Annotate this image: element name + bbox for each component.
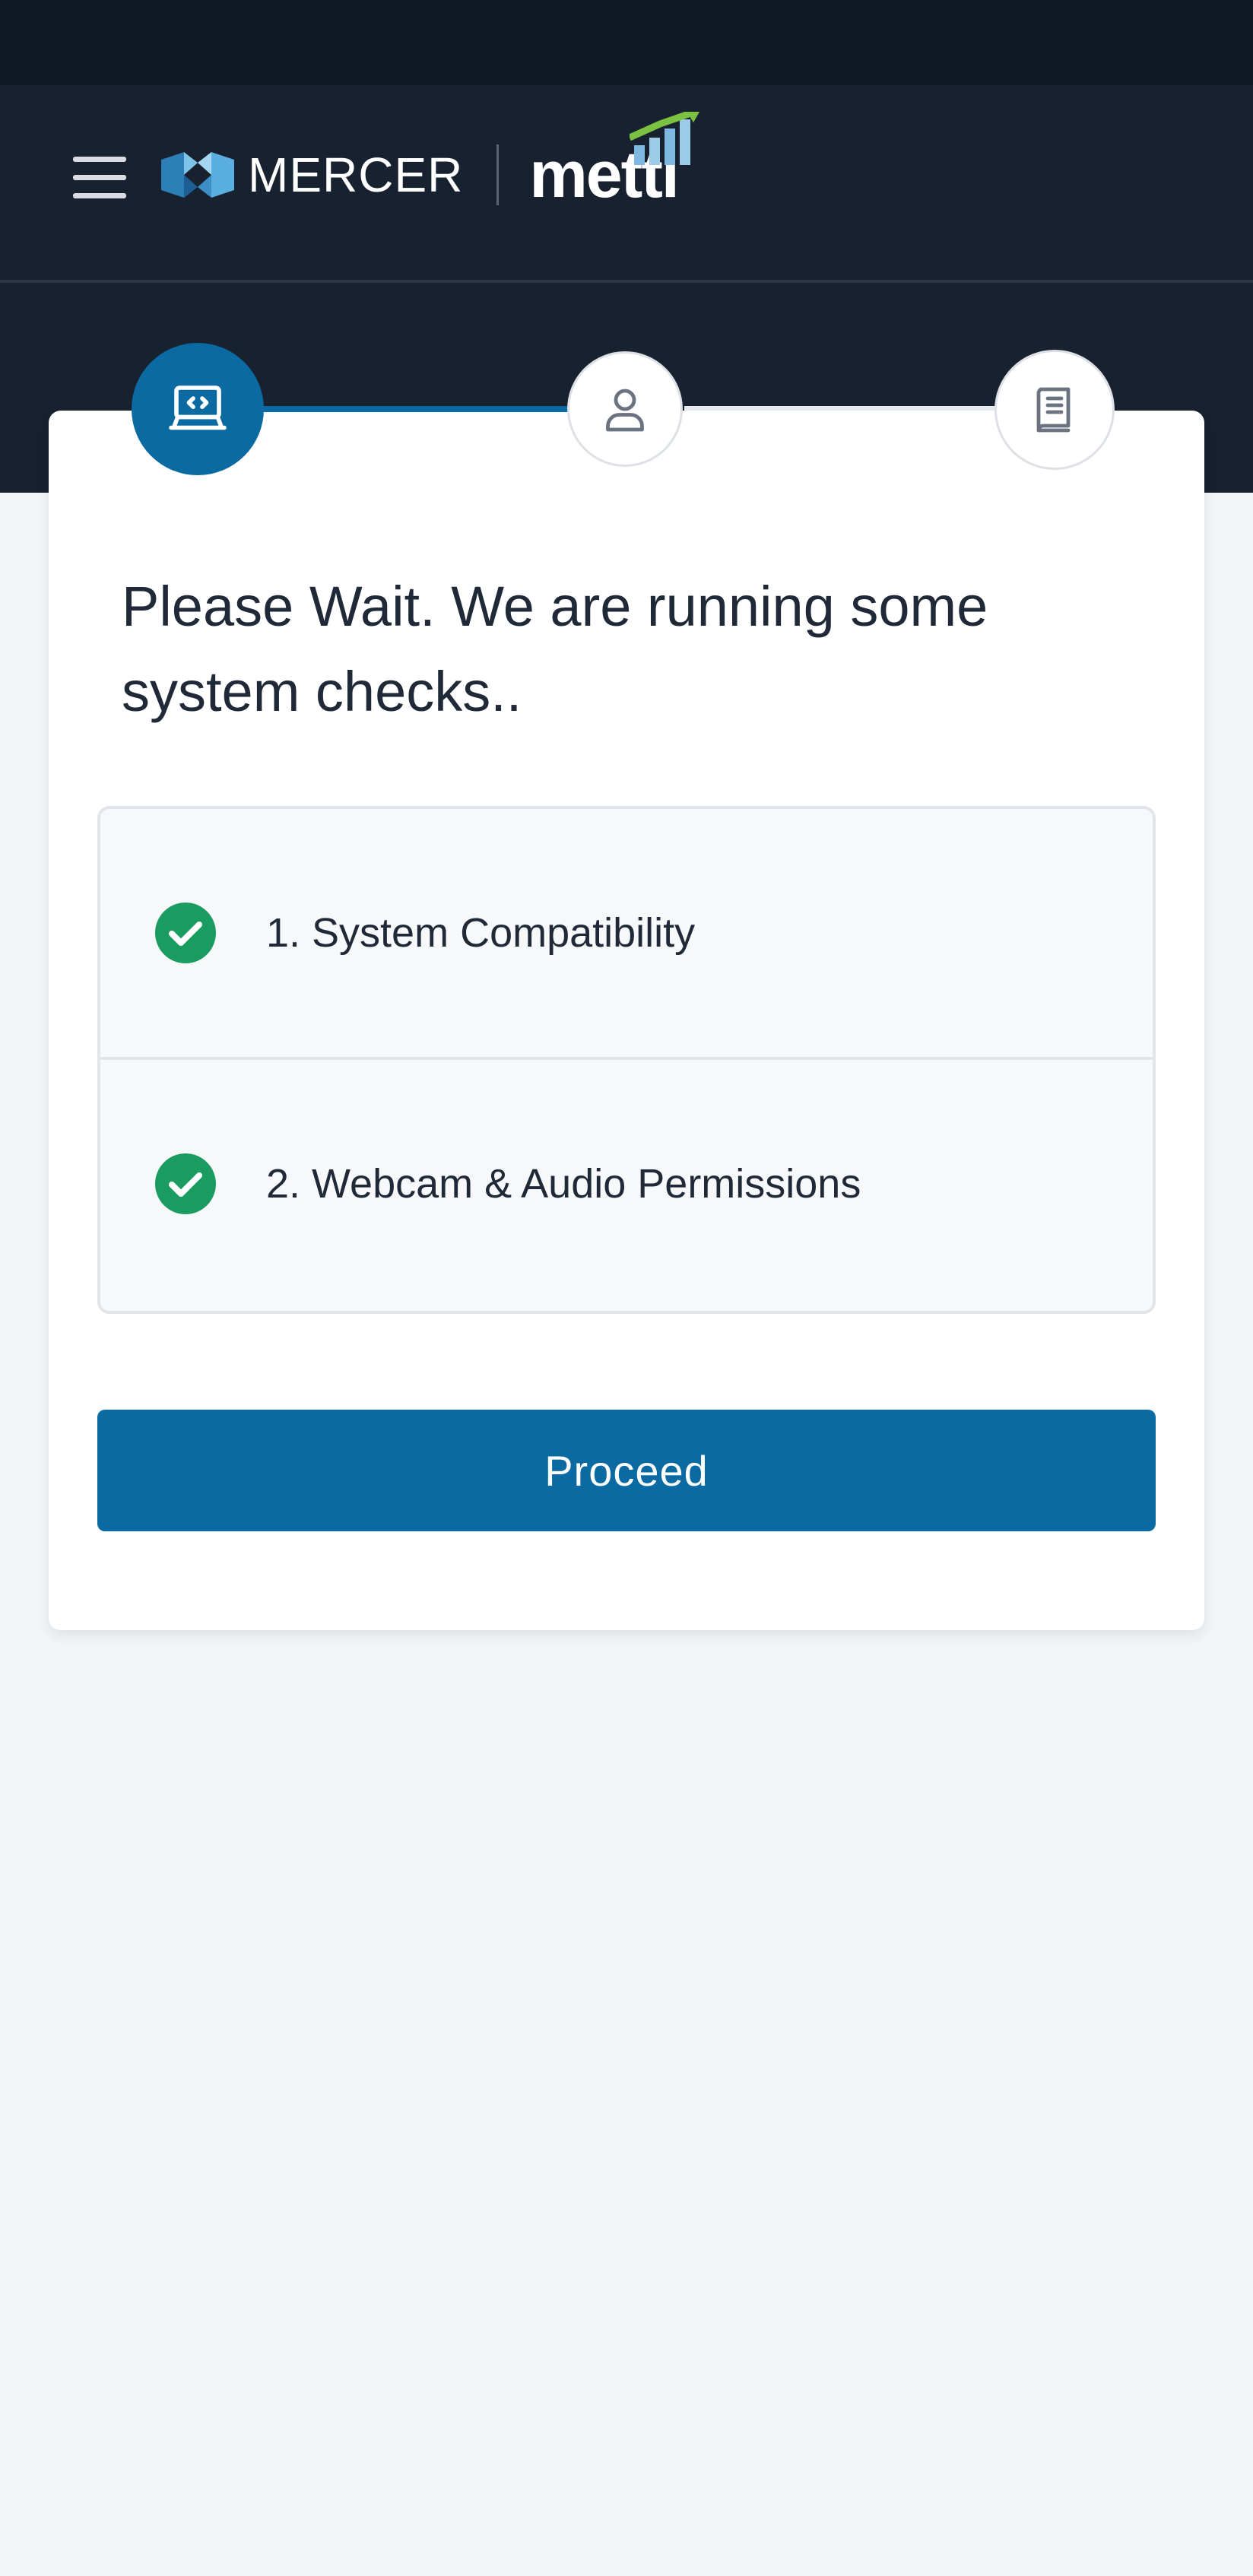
mettl-logo: mettl (529, 112, 700, 208)
proceed-button[interactable]: Proceed (97, 1410, 1156, 1531)
mettl-bars-icon (630, 112, 700, 165)
step-identity (567, 351, 683, 467)
book-icon (1036, 387, 1071, 433)
brand-separator (496, 144, 500, 205)
checks-list: 1. System Compatibility 2. Webcam & Audi… (97, 806, 1156, 1314)
list-item: 2. Webcam & Audio Permissions (100, 1060, 1153, 1308)
check-circle-icon (155, 903, 216, 963)
list-item: 1. System Compatibility (100, 809, 1153, 1060)
mercer-logo-icon (161, 152, 234, 198)
laptop-code-icon (169, 385, 227, 430)
check-label: 2. Webcam & Audio Permissions (266, 1161, 861, 1207)
user-icon (606, 389, 644, 432)
step-test (994, 350, 1115, 470)
brand-primary: MERCER (248, 148, 464, 202)
step-system-check (134, 345, 262, 473)
stepper-pending-line (684, 406, 1004, 411)
page-title: Please Wait. We are running some system … (122, 575, 988, 723)
check-label: 1. System Compatibility (266, 910, 696, 956)
hamburger-menu-icon[interactable] (73, 157, 126, 204)
check-circle-icon (155, 1153, 216, 1214)
brand-logo: MERCER mettl (161, 112, 700, 228)
status-bar (0, 0, 1253, 85)
